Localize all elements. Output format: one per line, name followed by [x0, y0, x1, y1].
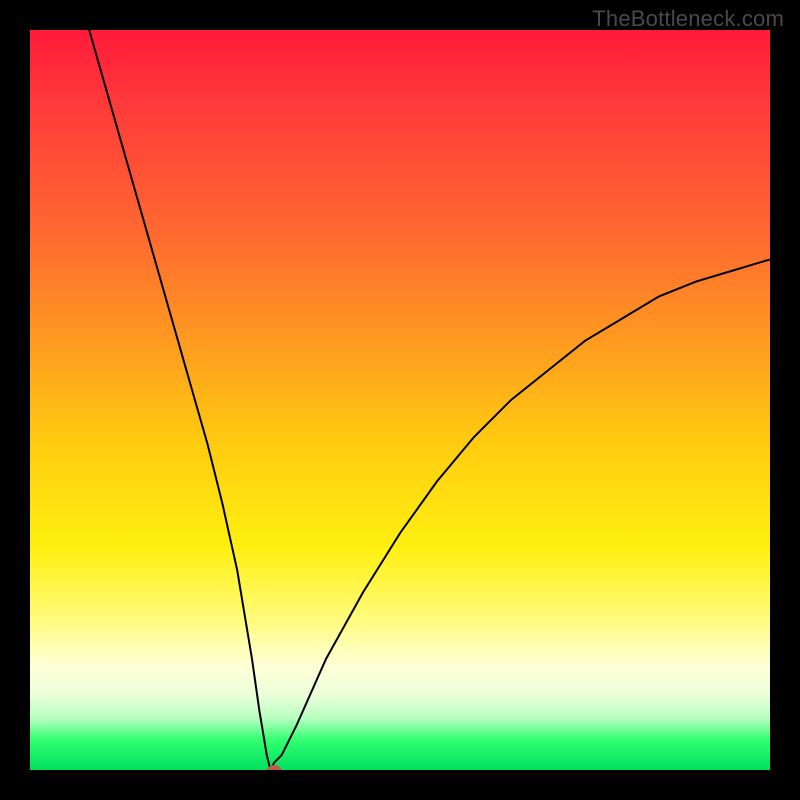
chart-frame: TheBottleneck.com	[0, 0, 800, 800]
plot-area	[30, 30, 770, 770]
bottleneck-curve	[89, 30, 770, 770]
watermark-text: TheBottleneck.com	[592, 6, 784, 32]
curve-svg	[30, 30, 770, 770]
